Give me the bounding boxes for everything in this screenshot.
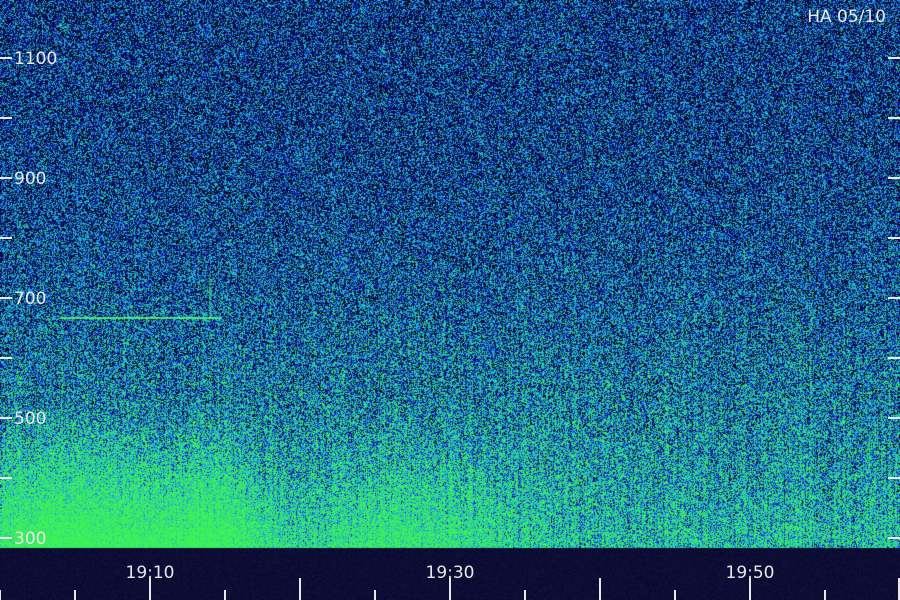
y-axis-left: 1100 900 700 500 300 — [0, 49, 57, 549]
spectrogram-chart: HA 05/10 1100 900 700 500 300 19:10 19:3… — [0, 0, 900, 600]
chart-title: HA 05/10 — [807, 7, 886, 27]
x-axis: 19:10 19:30 19:50 — [0, 563, 900, 600]
axes-overlay: HA 05/10 1100 900 700 500 300 19:10 19:3… — [0, 7, 900, 600]
x-tick-label: 19:10 — [126, 563, 175, 583]
y-tick-label: 1100 — [14, 49, 57, 69]
y-tick-label: 900 — [14, 169, 46, 189]
x-tick-label: 19:30 — [426, 563, 475, 583]
y-tick-label: 300 — [14, 529, 46, 549]
x-tick-label: 19:50 — [726, 563, 775, 583]
y-axis-right — [888, 57, 900, 539]
y-tick-label: 700 — [14, 289, 46, 309]
y-tick-label: 500 — [14, 409, 46, 429]
